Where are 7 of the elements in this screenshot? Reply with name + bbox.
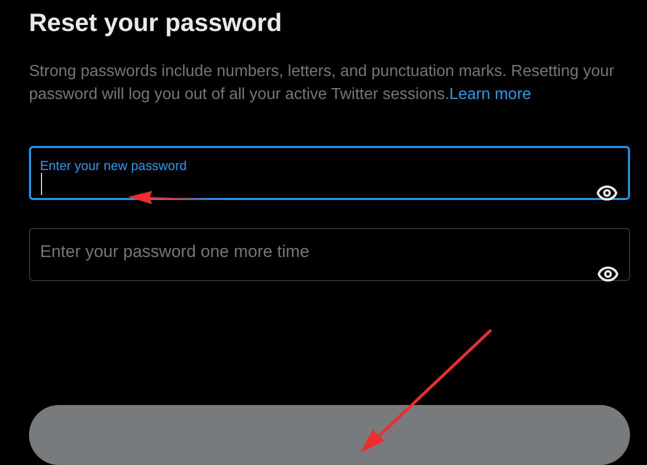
field-placeholder: Enter your password one more time [40, 242, 310, 262]
learn-more-link[interactable]: Learn more [449, 86, 532, 103]
password-field[interactable]: Enter your new password [29, 146, 630, 200]
description-text: Strong passwords include numbers, letters, and punctuation marks. Resetting your password will log you out of all your active Twitter sessions.Learn more [29, 62, 616, 105]
page-title: Reset your password [29, 8, 283, 39]
field-label: Enter your new password [40, 158, 187, 173]
password-field[interactable]: Enter your password one more time [29, 228, 630, 281]
